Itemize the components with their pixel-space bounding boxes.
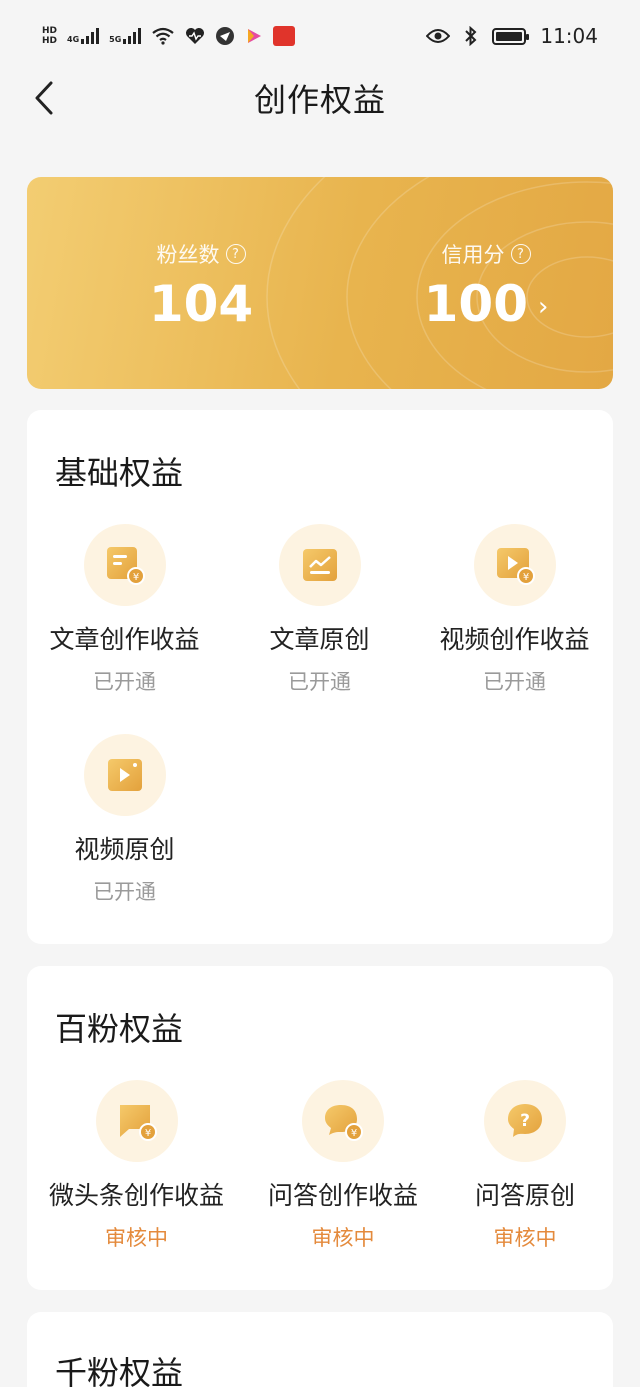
status-bar: HD HD 4G 5G 11:04 [0,0,640,72]
credit-label: 信用分 [441,243,505,267]
fans-stat[interactable]: 粉丝数 ? 104 [127,239,275,333]
status-bar-right: 11:04 [426,24,598,48]
credit-stat[interactable]: 信用分 ? 100 › [412,239,560,333]
status-badge: 已开通 [93,880,156,904]
status-badge: 已开通 [288,670,351,694]
hd-indicator: HD HD [42,26,58,46]
help-icon[interactable]: ? [225,244,246,264]
svg-text:¥: ¥ [144,1128,150,1139]
rights-item-article-original[interactable]: 文章原创 已开通 [222,524,417,696]
article-original-icon [302,549,337,581]
bluetooth-icon [465,26,477,46]
signal-5g-icon: 5G [109,28,142,44]
rights-item-qa-original[interactable]: ? 问答原创 审核中 [447,1080,603,1252]
rights-item-article-income[interactable]: ¥ 文章创作收益 已开通 [27,524,222,696]
page-title: 创作权益 [253,81,386,119]
rights-item-micro-post-income[interactable]: ¥ 微头条创作收益 审核中 [34,1080,239,1252]
fans-label: 粉丝数 [156,243,220,267]
rights-item-video-income[interactable]: ¥ 视频创作收益 已开通 [417,524,612,696]
status-badge: 审核中 [311,1226,375,1250]
basic-rights-section: 基础权益 ¥ 文章创作收益 已开通 文章原创 已开通 ¥ 视频创作收益 已开通 … [27,410,613,944]
section-title: 基础权益 [55,454,184,492]
section-title: 百粉权益 [55,1010,184,1048]
battery-icon [492,27,530,45]
health-heart-icon [186,28,205,44]
credit-value: 100 [423,275,528,333]
help-icon[interactable]: ? [510,244,531,264]
wifi-icon [152,27,174,45]
svg-text:¥: ¥ [351,1128,357,1139]
video-app-icon [248,29,262,43]
eye-comfort-icon [426,29,451,43]
svg-text:¥: ¥ [522,572,528,583]
qa-original-icon: ? [508,1104,542,1137]
stock-app-icon [273,26,296,46]
status-badge: 已开通 [93,670,156,694]
article-income-icon: ¥ [106,547,145,585]
status-bar-left: HD HD 4G 5G [42,26,296,46]
signal-4g-icon: 4G [67,28,100,44]
status-badge: 审核中 [493,1226,557,1250]
qa-income-icon: ¥ [325,1105,363,1141]
nav-bar: 创作权益 [0,72,640,124]
video-income-icon: ¥ [496,548,535,585]
status-badge: 已开通 [483,670,546,694]
hundred-fans-rights-section: 百粉权益 ¥ 微头条创作收益 审核中 ¥ 问答创作收益 审核中 ? 问答原创 审… [27,966,613,1290]
micro-post-income-icon: ¥ [119,1105,157,1141]
svg-text:¥: ¥ [132,572,138,583]
stats-card: 粉丝数 ? 104 信用分 ? 100 › [27,177,613,389]
back-button[interactable] [22,76,66,120]
svg-text:?: ? [520,1111,530,1131]
chevron-right-icon: › [537,292,549,322]
clock: 11:04 [540,24,598,48]
app-notification-icon [216,27,235,45]
fans-value: 104 [148,275,254,333]
rights-item-qa-income[interactable]: ¥ 问答创作收益 审核中 [245,1080,441,1252]
section-title: 千粉权益 [55,1354,184,1387]
video-original-icon [107,759,142,791]
rights-item-video-original[interactable]: 视频原创 已开通 [27,734,222,906]
chevron-left-icon [35,81,53,115]
thousand-fans-rights-section: 千粉权益 [27,1312,613,1387]
status-badge: 审核中 [105,1226,168,1250]
